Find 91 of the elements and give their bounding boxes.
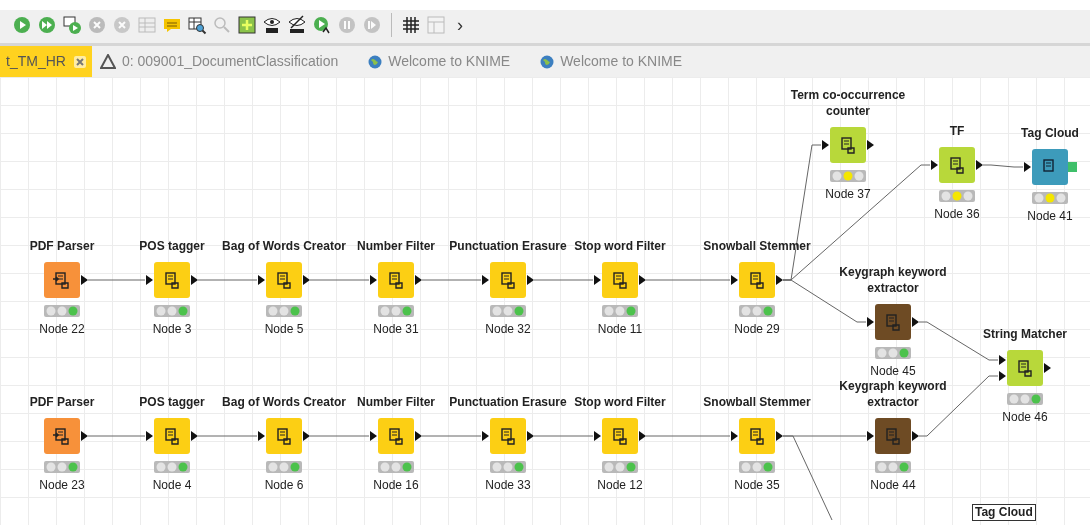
node-label: POS tagger: [139, 394, 205, 410]
fast-forward-icon[interactable]: [37, 15, 57, 35]
node-name: Node 37: [825, 186, 871, 202]
editor-tab[interactable]: Welcome to KNIME: [360, 46, 519, 77]
node-name: Node 4: [152, 477, 192, 493]
node-name: Node 29: [734, 321, 780, 337]
connection-line: [533, 435, 594, 437]
node-label: Bag of Words Creator: [222, 238, 346, 254]
node-name: Node 36: [934, 206, 980, 222]
node-label: String Matcher: [983, 326, 1067, 342]
warning-icon: [99, 54, 116, 69]
table-search-icon[interactable]: [187, 15, 207, 35]
node-name: Node 16: [373, 477, 419, 493]
node-label: Snowball Stemmer: [703, 238, 811, 254]
toolbar-separator: [391, 13, 392, 37]
eye-icon[interactable]: [262, 15, 282, 35]
node-name: Node 46: [1002, 409, 1048, 425]
node-icon[interactable]: [739, 262, 775, 298]
node-icon[interactable]: [44, 262, 80, 298]
node-label: Tag Cloud: [1021, 125, 1079, 141]
play-icon[interactable]: [12, 15, 32, 35]
node-icon[interactable]: [266, 262, 302, 298]
connection-line: [309, 279, 370, 281]
connection-line: [421, 279, 482, 281]
eye-slash-icon[interactable]: [287, 15, 307, 35]
node-label: Number Filter: [357, 238, 435, 254]
node-label: PDF Parser: [29, 394, 95, 410]
node-label: PDF Parser: [29, 238, 95, 254]
node-name: Node 31: [373, 321, 419, 337]
step-play-icon[interactable]: [312, 15, 332, 35]
node-label: Term co-occurrence counter: [789, 87, 907, 119]
node-icon[interactable]: [602, 262, 638, 298]
node-icon[interactable]: [1007, 350, 1043, 386]
node-name: Node 32: [485, 321, 531, 337]
node-icon[interactable]: [739, 418, 775, 454]
node-name: Node 35: [734, 477, 780, 493]
node-icon[interactable]: [44, 418, 80, 454]
close-icon[interactable]: [73, 55, 86, 68]
node-name: Node 44: [870, 477, 916, 493]
add-box-icon[interactable]: [237, 15, 257, 35]
connection-line: [309, 435, 370, 437]
connection-line: [533, 279, 594, 281]
node-icon[interactable]: [490, 262, 526, 298]
node-icon[interactable]: [154, 418, 190, 454]
node-icon[interactable]: [1032, 149, 1068, 185]
node-label: Stop word Filter: [574, 394, 666, 410]
node-icon[interactable]: [266, 418, 302, 454]
node-name: Node 11: [597, 321, 643, 337]
node-name: Node 12: [597, 477, 643, 493]
node-label: Number Filter: [357, 394, 435, 410]
node-icon[interactable]: [875, 304, 911, 340]
node-label: Snowball Stemmer: [703, 394, 811, 410]
connection-line: [982, 164, 1024, 168]
more-button[interactable]: ›: [457, 16, 463, 34]
node-name: Node 45: [870, 363, 916, 379]
node-name: Node 23: [39, 477, 85, 493]
node-name: Node 3: [152, 321, 192, 337]
node-icon[interactable]: [378, 262, 414, 298]
node-icon[interactable]: [602, 418, 638, 454]
connection-line: [421, 435, 482, 437]
connection-line: [197, 435, 258, 437]
connection-line: [87, 435, 146, 437]
node-icon[interactable]: [154, 262, 190, 298]
node-icon[interactable]: [490, 418, 526, 454]
node-label: Keygraph keyword extractor: [838, 378, 948, 410]
node-name: Node 22: [39, 321, 85, 337]
node-label: POS tagger: [139, 238, 205, 254]
connection-line: [197, 279, 258, 281]
node-label: Punctuation Erasure: [449, 394, 567, 410]
node-icon[interactable]: [378, 418, 414, 454]
grid-icon[interactable]: [401, 15, 421, 35]
node-name: Node 6: [264, 477, 304, 493]
node-icon[interactable]: [875, 418, 911, 454]
editor-tab[interactable]: 0: 009001_DocumentClassification: [91, 46, 347, 77]
node-icon[interactable]: [939, 147, 975, 183]
node-name: Node 33: [485, 477, 531, 493]
connection-line: [87, 279, 146, 281]
node-label: TF: [949, 123, 965, 139]
globe-icon: [368, 54, 383, 69]
node-label: Stop word Filter: [574, 238, 666, 254]
node-label: Tag Cloud: [972, 504, 1036, 521]
editor-tab[interactable]: t_TM_HR: [0, 46, 92, 77]
node-label: Punctuation Erasure: [449, 238, 567, 254]
editor-tab[interactable]: Welcome to KNIME: [532, 46, 691, 77]
node-name: Node 5: [264, 321, 304, 337]
node-name: Node 41: [1027, 208, 1073, 224]
node-label: Bag of Words Creator: [222, 394, 346, 410]
node-icon[interactable]: [830, 127, 866, 163]
globe-icon: [540, 54, 555, 69]
node-label: Keygraph keyword extractor: [838, 264, 948, 296]
window-play-icon[interactable]: [62, 15, 82, 35]
